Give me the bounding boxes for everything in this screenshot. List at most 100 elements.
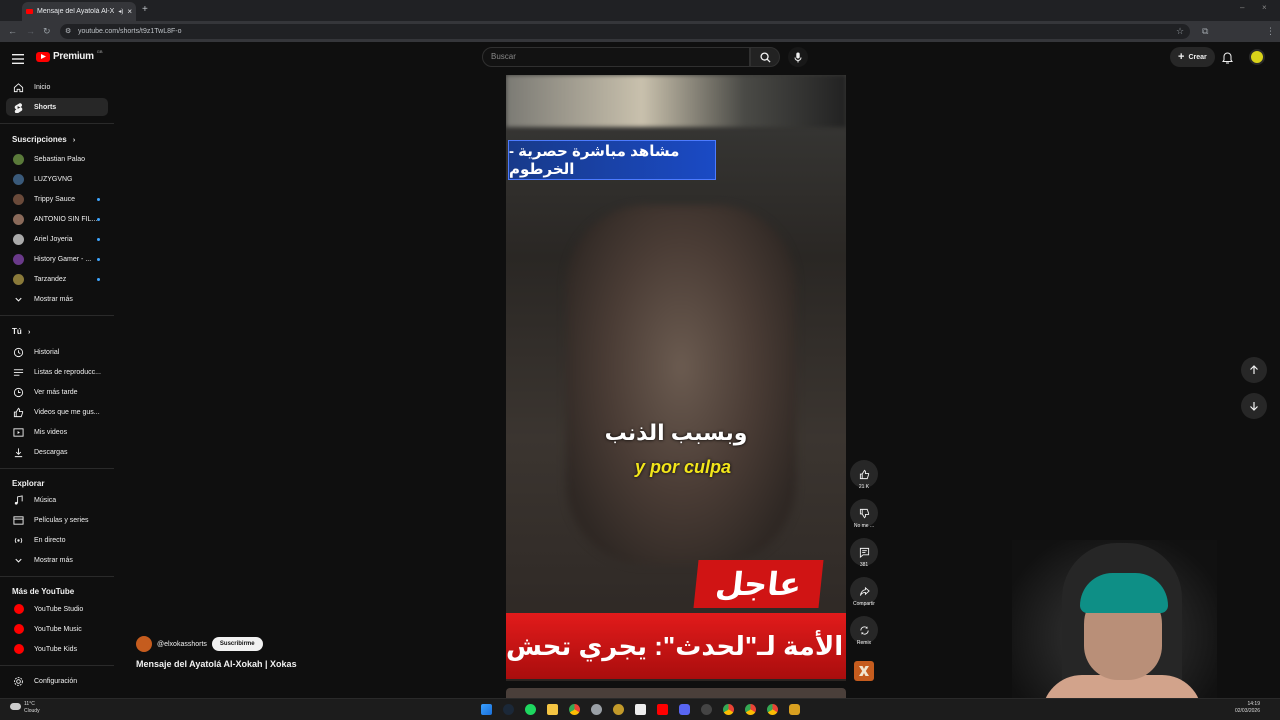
close-window-icon[interactable]: × [1262,3,1267,12]
home-icon [13,82,24,93]
file-explorer-icon[interactable] [547,704,558,715]
subscriptions-title: Suscripciones [12,135,67,144]
channel-handle[interactable]: @elxokasshorts [157,641,207,648]
youtube-premium-logo[interactable]: Premium GB [36,49,102,62]
user-avatar[interactable] [1249,49,1265,65]
film-icon [13,515,24,526]
create-button[interactable]: + Crear [1170,47,1215,67]
sidebar-sub-antonio-sin-filtros[interactable]: ANTONIO SIN FIL... [6,210,108,228]
arrow-up-icon [1250,365,1258,374]
discord-icon[interactable] [679,704,690,715]
subscriptions-heading[interactable]: Suscripciones › [12,135,75,144]
sidebar-sub-sebastian-palao[interactable]: Sebastian Palao [6,150,108,168]
next-short-button[interactable] [1241,393,1267,419]
notifications-bell-icon[interactable] [1222,51,1233,69]
show-more-subscriptions-button[interactable]: Mostrar más [6,290,108,308]
live-indicator-dot [97,277,100,281]
sidebar-item-label: YouTube Music [34,625,82,633]
weather-temp: 11°C [24,701,35,707]
sidebar-item-settings[interactable]: Configuración [6,672,108,690]
sidebar-item-downloads[interactable]: Descargas [6,443,108,461]
sidebar-item-label: ANTONIO SIN FIL... [34,215,98,223]
calendar-icon[interactable] [635,704,646,715]
sidebar-item-youtube-kids[interactable]: YouTube Kids [6,640,108,658]
previous-short-button[interactable] [1241,357,1267,383]
chrome-icon[interactable] [569,704,580,715]
url-field[interactable]: ⚙ youtube.com/shorts/t9z1TwL8F-o [60,24,1190,39]
comment-icon [859,547,869,558]
speaker-icon[interactable]: ◂) [118,8,123,15]
minimize-icon[interactable]: – [1240,3,1244,12]
sidebar-item-label: Trippy Sauce [34,195,75,203]
sidebar-item-youtube-studio[interactable]: YouTube Studio [6,600,108,618]
clock-time: 14:19 [1247,701,1260,707]
chevron-right-icon: › [28,329,31,336]
sidebar-item-my-videos[interactable]: Mis videos [6,423,108,441]
sidebar-item-watch-later[interactable]: Ver más tarde [6,383,108,401]
obs-icon[interactable] [701,704,712,715]
sidebar-sub-tarzandez[interactable]: Tarzandez [6,270,108,288]
chrome-icon-4[interactable] [767,704,778,715]
chrome-icon-2[interactable] [723,704,734,715]
sidebar-item-label: Listas de reproducc... [34,368,101,376]
microphone-icon [794,52,802,62]
youtube-icon[interactable] [657,704,668,715]
sidebar-item-live[interactable]: En directo [6,531,108,549]
divider [0,665,114,666]
live-indicator-dot [97,197,100,201]
shorts-video-player[interactable]: مشاهد مباشرة حصرية - الخرطوم وبسبب الذنب… [506,75,846,681]
sidebar-item-youtube-music[interactable]: YouTube Music [6,620,108,638]
system-clock[interactable]: 14:19 02/03/2026 [1226,701,1260,715]
sidebar-sub-trippy-sauce[interactable]: Trippy Sauce [6,190,108,208]
video-background-top [506,75,846,127]
sidebar-item-label: En directo [34,536,66,544]
bookmark-star-icon[interactable]: ☆ [1176,26,1184,36]
sidebar-item-shorts[interactable]: Shorts [6,98,108,116]
streamer-cap [1080,573,1168,613]
windows-start-icon[interactable] [481,704,492,715]
sidebar-item-playlists[interactable]: Listas de reproducc... [6,363,108,381]
sidebar-item-movies[interactable]: Películas y series [6,511,108,529]
site-info-icon[interactable]: ⚙ [65,24,71,39]
hamburger-menu-icon[interactable] [12,51,24,69]
channel-avatar[interactable] [136,636,152,652]
channel-avatar [13,193,24,205]
sidebar-item-label: Mostrar más [34,556,73,564]
forward-icon[interactable]: → [26,26,35,36]
voice-search-button[interactable] [788,47,808,67]
browser-tab[interactable]: Mensaje del Ayatolá Al-Xokah ◂) × [22,2,136,21]
app-icon-2[interactable] [789,704,800,715]
sidebar-item-inicio[interactable]: Inicio [6,78,108,96]
you-heading[interactable]: Tú › [12,327,30,336]
sidebar-sub-luzygvng[interactable]: LUZYGVNG [6,170,108,188]
subscribe-button[interactable]: Suscribirme [211,637,263,651]
share-label: Compartir [853,601,875,607]
weather-widget[interactable]: 11°C Cloudy [10,701,40,715]
menu-dots-icon[interactable]: ⋮ [1266,26,1275,36]
url-text: youtube.com/shorts/t9z1TwL8F-o [78,28,182,35]
sidebar-sub-ariel-joyeria[interactable]: Ariel Joyeria [6,230,108,248]
search-button[interactable] [750,47,780,67]
sidebar-item-liked-videos[interactable]: Videos que me gus... [6,403,108,421]
spotify-icon[interactable] [525,704,536,715]
video-title[interactable]: Mensaje del Ayatolá Al-Xokah | Xokas [136,659,297,669]
reload-icon[interactable]: ↻ [43,26,51,36]
back-icon[interactable]: ← [8,26,17,36]
steam-icon[interactable] [503,704,514,715]
search-input[interactable]: Buscar [482,47,750,67]
new-tab-icon[interactable]: + [142,4,148,15]
sidebar-item-label: YouTube Kids [34,645,78,653]
youtube-music-icon [13,624,24,635]
browser-icon[interactable] [591,704,602,715]
sound-thumbnail[interactable] [854,661,874,681]
thumbs-down-icon [859,508,869,518]
close-tab-icon[interactable]: × [127,7,132,16]
app-icon[interactable] [613,704,624,715]
sidebar-item-music[interactable]: Música [6,491,108,509]
youtube-studio-icon [13,604,24,615]
sidebar-sub-history-gamer[interactable]: History Gamer - ... [6,250,108,268]
sidebar-item-historial[interactable]: Historial [6,343,108,361]
extensions-icon[interactable]: ⧉ [1202,26,1208,36]
chrome-icon-3[interactable] [745,704,756,715]
show-more-explore-button[interactable]: Mostrar más [6,551,108,569]
